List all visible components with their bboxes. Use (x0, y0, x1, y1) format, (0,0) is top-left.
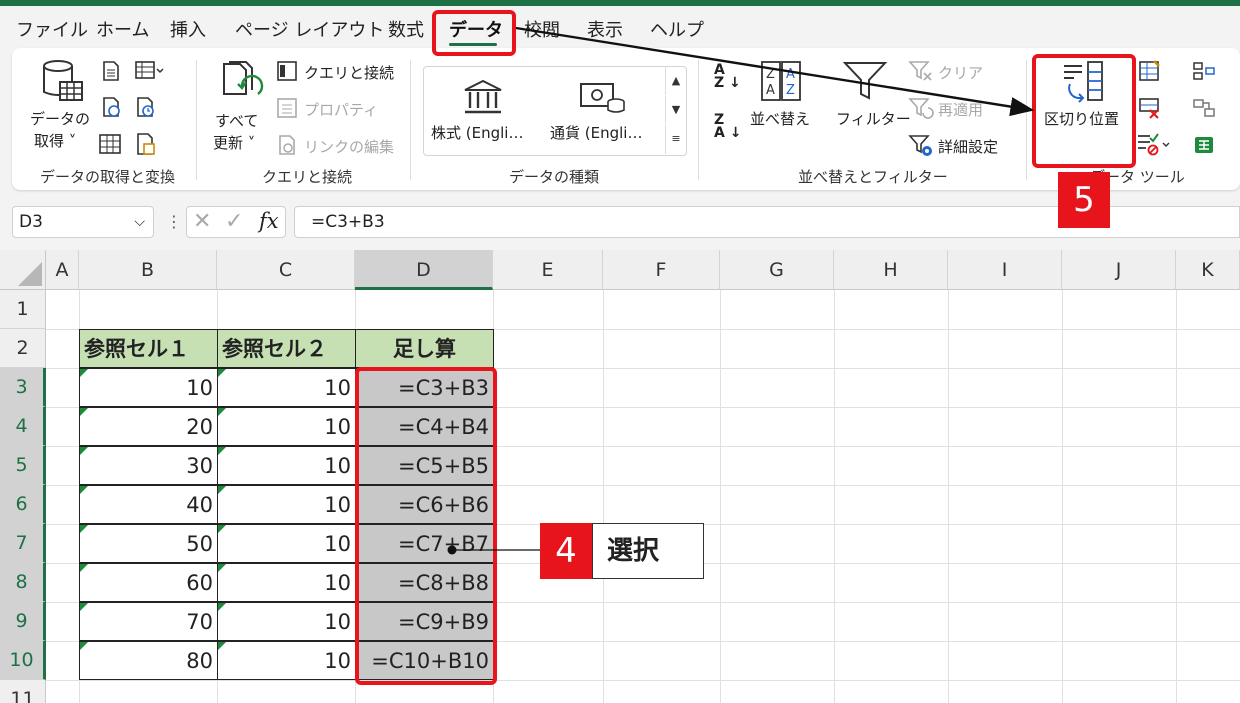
step-4-label: 選択 (592, 523, 704, 579)
step-5-badge: 5 (1058, 172, 1110, 228)
annotation-arrows (447, 26, 1035, 555)
arrow-to-text-to-columns (515, 26, 1035, 117)
step-4-badge: 4 (540, 523, 592, 579)
callout-anchor-dot (447, 545, 457, 555)
